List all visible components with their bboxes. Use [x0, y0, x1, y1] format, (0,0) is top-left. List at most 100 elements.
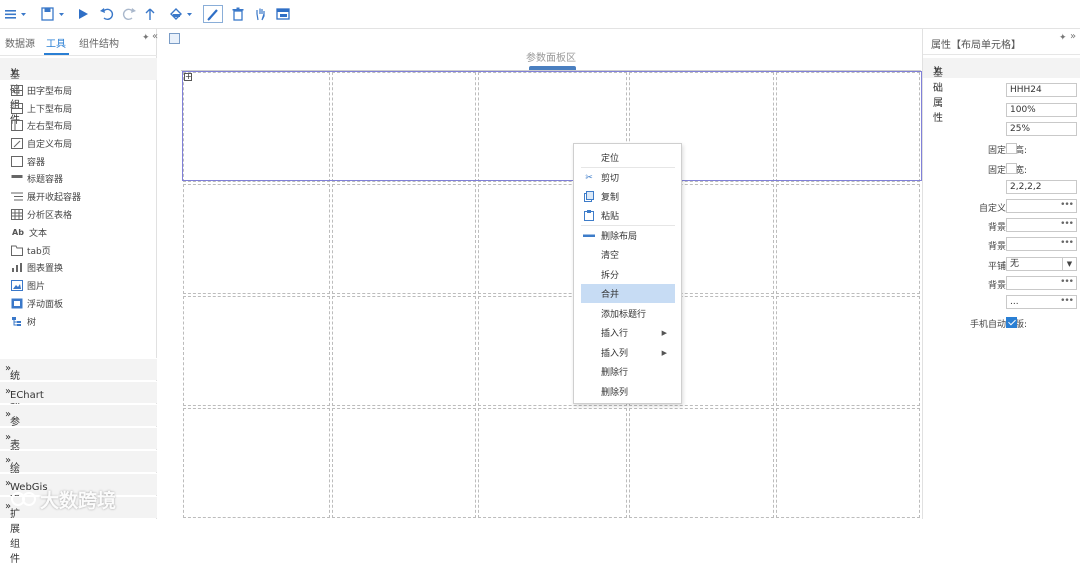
more-icon[interactable]: ••• — [1060, 199, 1074, 211]
menu-item-label: 清空 — [601, 251, 620, 261]
more-icon[interactable]: ••• — [1060, 237, 1074, 249]
canvas-toggle-button[interactable] — [169, 33, 180, 44]
group-basic-properties[interactable]: ∨ 基础属性 — [923, 58, 1080, 124]
tool-item-chart-swap[interactable]: 图表置换 — [11, 260, 63, 275]
menu-item-delete-column[interactable]: 删除列 — [581, 382, 675, 401]
layout-cell[interactable] — [629, 408, 774, 518]
menu-icon[interactable] — [5, 6, 31, 22]
menu-item-label: 定位 — [601, 154, 620, 164]
back-icon[interactable] — [142, 6, 158, 22]
layout-cell[interactable] — [478, 408, 627, 518]
layout-cell[interactable] — [776, 184, 920, 294]
tool-item-tree[interactable]: 树 — [11, 314, 36, 329]
menu-item-insert-column[interactable]: 插入列 ▶ — [581, 343, 675, 362]
tool-item-image[interactable]: 图片 — [11, 278, 45, 293]
tool-item-float-panel[interactable]: 浮动面板 — [11, 296, 63, 311]
menu-item-paste[interactable]: 粘贴 — [581, 206, 675, 225]
delete-icon[interactable] — [230, 6, 246, 22]
menu-item-insert-row[interactable]: 插入行 ▶ — [581, 323, 675, 342]
menu-item-label: 插入行 — [601, 329, 629, 339]
layout-cell[interactable] — [776, 408, 920, 518]
tool-item-tab[interactable]: tab页 — [11, 243, 51, 258]
layout-cell[interactable] — [183, 296, 330, 406]
group-stat-chart[interactable]: »统计图组件 — [0, 358, 157, 442]
menu-item-locate[interactable]: 定位 — [581, 148, 675, 167]
layout-cell[interactable] — [776, 296, 920, 406]
paint-icon[interactable] — [169, 6, 197, 22]
tab-component-structure[interactable]: 组件结构 — [79, 35, 119, 50]
layout-cell[interactable] — [183, 184, 330, 294]
tool-item-horizontal-layout[interactable]: 左右型布局 — [11, 118, 72, 133]
group-forms[interactable]: »表单组件 — [0, 427, 157, 496]
tool-item-vertical-layout[interactable]: 上下型布局 — [11, 101, 72, 116]
menu-item-cut[interactable]: ✂ 剪切 — [581, 168, 675, 187]
menu-item-clear[interactable]: 清空 — [581, 245, 675, 264]
height-field[interactable]: 25% — [1006, 122, 1077, 136]
menu-item-delete-layout[interactable]: 删除布局 — [581, 226, 675, 245]
copy-icon — [583, 191, 595, 203]
mobile-auto-layout-checkbox[interactable] — [1006, 317, 1017, 328]
bg-image-field[interactable]: ••• — [1006, 237, 1077, 251]
collapse-left-icon[interactable]: « — [152, 31, 158, 42]
fixed-col-width-checkbox[interactable] — [1006, 163, 1017, 174]
window-icon[interactable] — [275, 6, 291, 22]
redo-icon[interactable] — [121, 6, 137, 22]
undo-icon[interactable] — [99, 6, 115, 22]
menu-item-label: 复制 — [601, 193, 620, 203]
tool-item-grid-layout[interactable]: 田字型布局 — [11, 83, 72, 98]
tool-item-label: 树 — [27, 318, 37, 328]
menu-item-split[interactable]: 拆分 — [581, 265, 675, 284]
tool-item-label: 上下型布局 — [27, 105, 73, 115]
custom-layout-icon — [11, 138, 23, 149]
layout-cell[interactable] — [332, 408, 476, 518]
tool-item-label: 田字型布局 — [27, 87, 73, 97]
add-icon[interactable]: + — [184, 73, 192, 81]
tool-item-custom-layout[interactable]: 自定义布局 — [11, 136, 72, 151]
bg-position-field[interactable]: ••• — [1006, 276, 1077, 290]
run-icon[interactable] — [76, 6, 90, 22]
menu-item-merge[interactable]: 合并 — [581, 284, 675, 303]
more-icon[interactable]: ••• — [1060, 276, 1074, 288]
tool-item-table[interactable]: 分析区表格 — [11, 207, 72, 222]
save-icon[interactable] — [41, 6, 69, 22]
code-field[interactable]: HHH24 — [1006, 83, 1077, 97]
group-echart[interactable]: »EChart组件 — [0, 381, 157, 416]
group-params[interactable]: »参数组件 — [0, 404, 157, 473]
submenu-arrow-icon: ▶ — [661, 328, 667, 337]
hand-icon[interactable] — [253, 6, 269, 22]
group-label: 扩展组件 — [10, 509, 20, 565]
tool-item-text[interactable]: Ab 文本 — [11, 225, 47, 240]
layout-cell[interactable] — [332, 184, 476, 294]
layout-cell[interactable] — [332, 296, 476, 406]
width-field[interactable]: 100% — [1006, 103, 1077, 117]
selected-layout-row[interactable] — [182, 71, 922, 181]
margin-field[interactable]: 2,2,2,2 — [1006, 180, 1077, 194]
group-basic-components[interactable]: ∨ 基础组件 — [0, 58, 157, 126]
tool-item-container[interactable]: 容器 — [11, 154, 45, 169]
tool-item-label: 左右型布局 — [27, 122, 73, 132]
custom-style-field[interactable]: ••• — [1006, 199, 1077, 213]
tab-tools[interactable]: 工具 — [46, 35, 66, 50]
fixed-row-height-checkbox[interactable] — [1006, 143, 1017, 154]
more-icon[interactable]: ••• — [1060, 218, 1074, 230]
menu-item-label: 合并 — [601, 290, 620, 300]
bg-color-field[interactable]: ••• — [1006, 218, 1077, 232]
border-field[interactable]: ... ••• — [1006, 295, 1077, 309]
tool-item-title-container[interactable]: 标题容器 — [11, 171, 63, 186]
tile-mode-select[interactable]: 无 ▼ — [1006, 257, 1077, 271]
chevron-down-icon[interactable]: ▼ — [1062, 258, 1076, 270]
context-menu: 定位 ✂ 剪切 复制 粘贴 删除布局 清空 拆分 合并 添加标题行 插入行 ▶ 插入… — [573, 143, 682, 404]
tab-datasource[interactable]: 数据源 — [5, 35, 35, 50]
brush-icon[interactable] — [203, 5, 223, 23]
group-drawing[interactable]: »绘图组件 — [0, 450, 157, 519]
tool-item-collapse-container[interactable]: 展开收起容器 — [11, 189, 81, 204]
more-icon[interactable]: ••• — [1060, 295, 1074, 307]
pin-icon[interactable]: ✦ — [1059, 33, 1067, 43]
menu-item-copy[interactable]: 复制 — [581, 187, 675, 206]
layout-cell[interactable] — [183, 408, 330, 518]
menu-item-delete-row[interactable]: 删除行 — [581, 362, 675, 381]
collapse-right-icon[interactable]: » — [1070, 31, 1076, 42]
menu-item-add-title-row[interactable]: 添加标题行 — [581, 304, 675, 323]
tool-item-label: 展开收起容器 — [27, 193, 82, 203]
pin-icon[interactable]: ✦ — [142, 33, 150, 43]
